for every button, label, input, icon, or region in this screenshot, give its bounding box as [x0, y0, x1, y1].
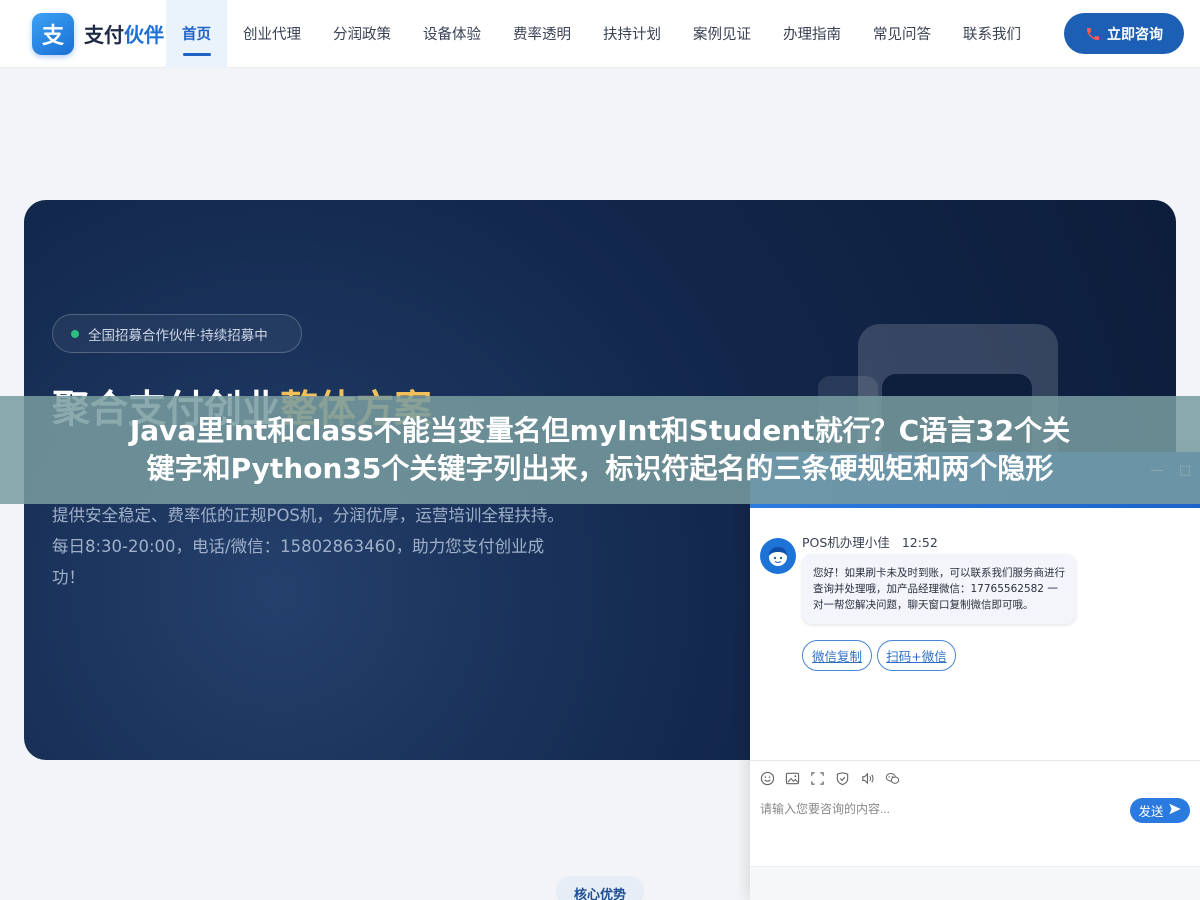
nav-item-device-trial[interactable]: 设备体验: [407, 0, 497, 68]
nav-item-profit-policy[interactable]: 分润政策: [317, 0, 407, 68]
banner-line-2: 键字和Python35个关键字列出来，标识符起名的三条硬规矩和两个隐形: [146, 452, 1054, 485]
chat-message-input[interactable]: [760, 802, 1120, 816]
article-title-banner: Java里int和class不能当变量名但myInt和Student就行？C语言…: [0, 396, 1200, 504]
banner-line-1: Java里int和class不能当变量名但myInt和Student就行？C语言…: [129, 414, 1071, 447]
send-button[interactable]: 发送: [1130, 798, 1190, 823]
agent-name: POS机办理小佳: [802, 535, 890, 550]
emoji-icon[interactable]: [760, 771, 775, 786]
chat-input-area: 发送: [750, 796, 1200, 866]
nav-item-home[interactable]: 首页: [166, 0, 227, 68]
agent-message-bubble: 您好！如果刷卡未及时到账，可以联系我们服务商进行查询并处理哦，加产品经理微信：1…: [802, 554, 1076, 624]
logo-mark: 支: [32, 12, 74, 55]
nav-item-transparent-rates[interactable]: 费率透明: [497, 0, 587, 68]
hero-description: 提供安全稳定、费率低的正规POS机，分润优厚，运营培训全程扶持。每日8:30-2…: [52, 506, 564, 587]
consult-label: 立即咨询: [1107, 25, 1163, 42]
logo[interactable]: 支 支付伙伴: [32, 12, 166, 55]
chat-messages[interactable]: POS机办理小佳 12:52 您好！如果刷卡未及时到账，可以联系我们服务商进行查询…: [750, 508, 1200, 760]
logo-text-main: 支付: [84, 23, 124, 47]
message-time: 12:52: [901, 535, 938, 550]
rating-icon[interactable]: [835, 771, 850, 786]
wechat-icon[interactable]: [885, 771, 900, 786]
nav-item-guide[interactable]: 办理指南: [767, 0, 857, 68]
chat-widget: — □ POS机办理小佳12:52 您好！如果刷卡未及时到账，可以联系我们服务商…: [750, 452, 1200, 900]
nav-item-cases[interactable]: 案例见证: [677, 0, 767, 68]
image-icon[interactable]: [785, 771, 800, 786]
logo-text: 支付伙伴: [84, 19, 164, 48]
logo-text-accent: 伙伴: [124, 23, 164, 47]
recruit-badge: 全国招募合作伙伴·持续招募中: [52, 314, 302, 353]
copy-wechat-button[interactable]: 微信复制: [802, 640, 872, 671]
nav-item-support-plan[interactable]: 扶持计划: [587, 0, 677, 68]
consult-button[interactable]: 立即咨询: [1064, 13, 1184, 54]
nav-item-agency[interactable]: 创业代理: [227, 0, 317, 68]
voice-icon[interactable]: [860, 771, 875, 786]
nav-item-contact[interactable]: 联系我们: [947, 0, 1037, 68]
status-dot-icon: [71, 329, 79, 338]
agent-meta: POS机办理小佳 12:52: [802, 532, 938, 551]
section-label-core-advantages: 核心优势: [556, 876, 644, 900]
main-nav: 首页 创业代理 分润政策 设备体验 费率透明 扶持计划 案例见证 办理指南 常见…: [166, 0, 1037, 68]
chat-footer: [750, 866, 1200, 900]
chat-toolbar: [750, 760, 1200, 796]
send-label: 发送: [1138, 805, 1164, 819]
scan-wechat-button[interactable]: 扫码+微信: [877, 640, 956, 671]
recruit-badge-text: 全国招募合作伙伴·持续招募中: [88, 327, 268, 344]
site-header: 支 支付伙伴 首页 创业代理 分润政策 设备体验 费率透明 扶持计划 案例见证 …: [0, 0, 1200, 68]
screenshot-icon[interactable]: [810, 771, 825, 786]
phone-icon: [1085, 26, 1101, 42]
send-icon: [1168, 802, 1182, 819]
nav-item-faq[interactable]: 常见问答: [857, 0, 947, 68]
agent-avatar-icon: [760, 538, 796, 574]
